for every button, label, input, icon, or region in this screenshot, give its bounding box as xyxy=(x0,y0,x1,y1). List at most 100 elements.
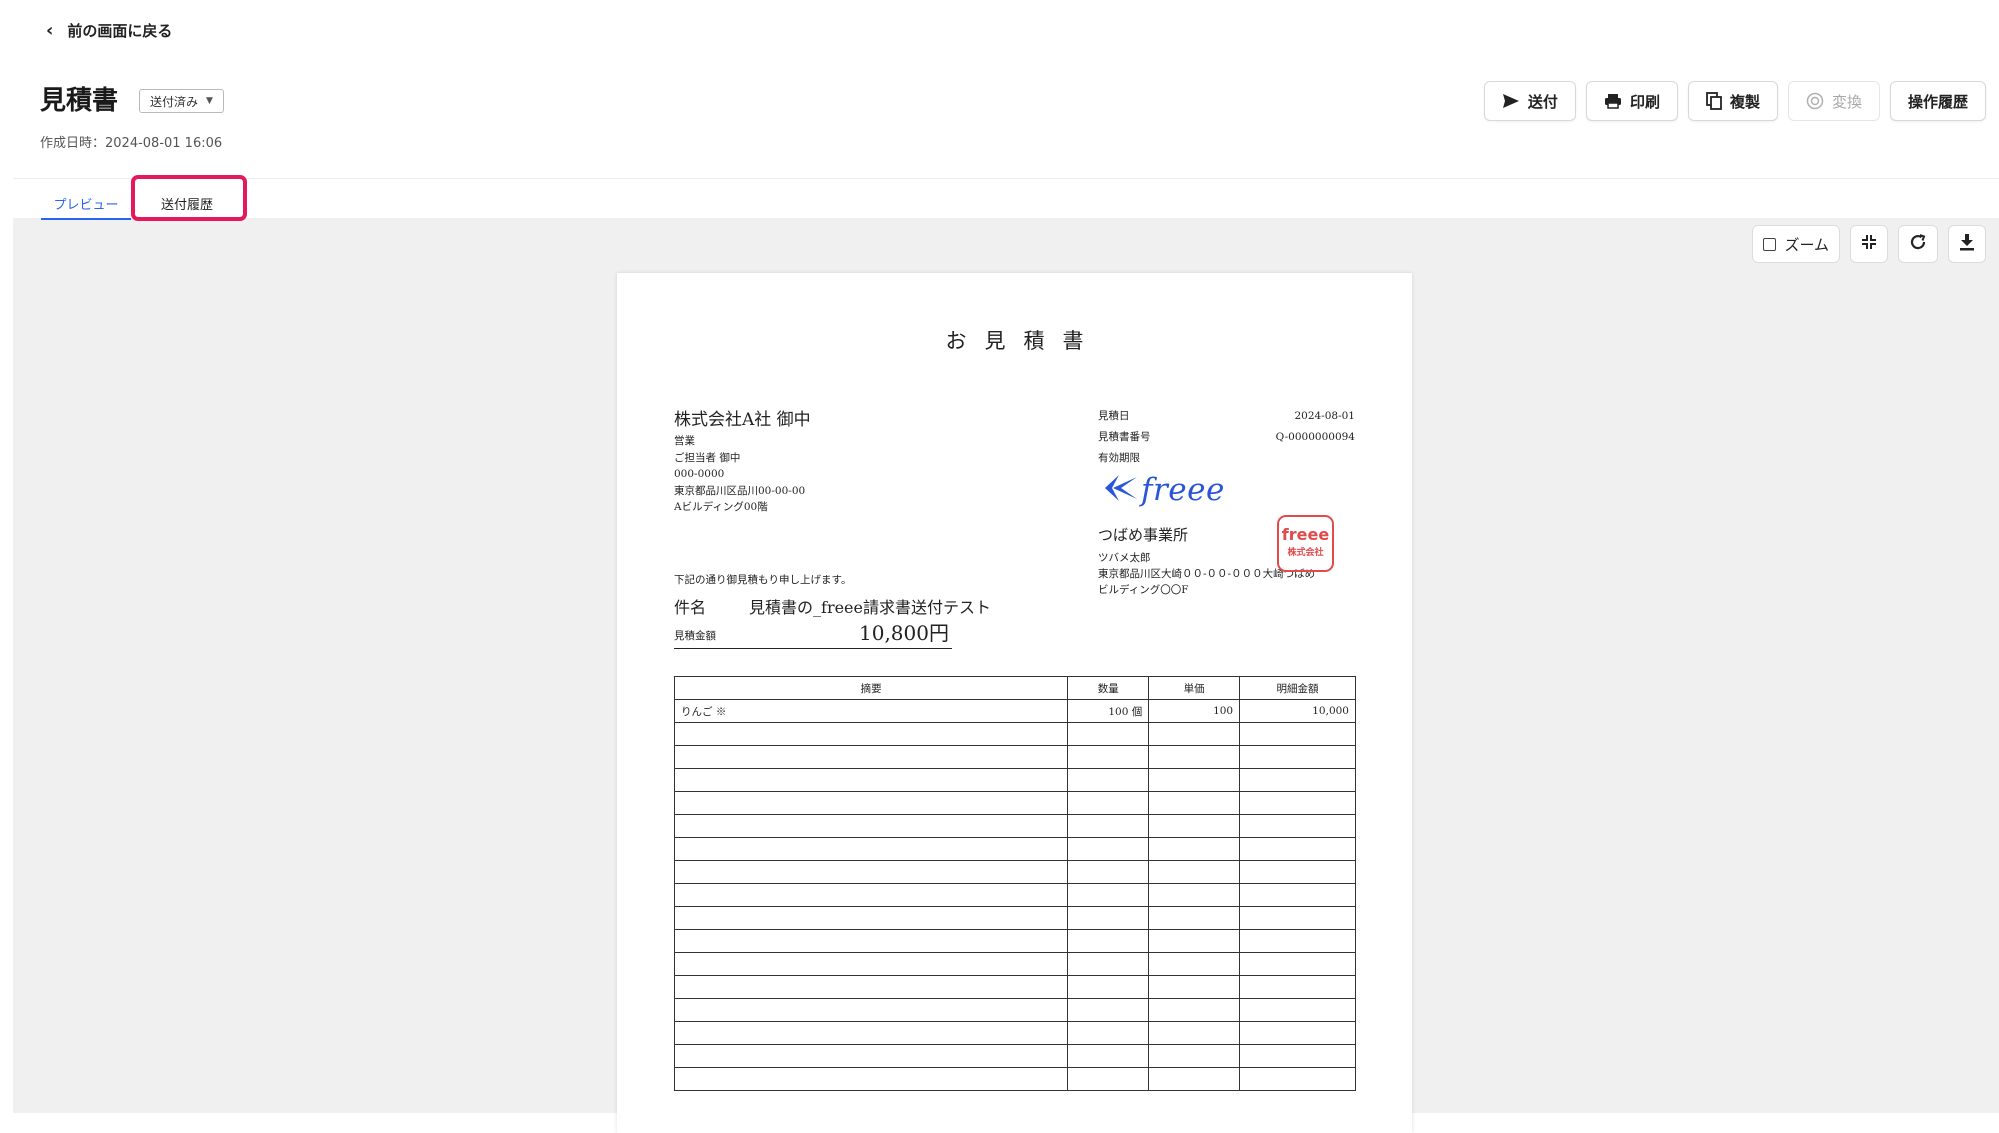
intro-text: 下記の通り御見積もり申し上げます。 xyxy=(674,574,852,586)
seal-top-text: freee xyxy=(1281,525,1330,544)
send-label: 送付 xyxy=(1527,92,1558,111)
client-line: 営業 xyxy=(674,435,695,447)
zoom-toggle[interactable]: ズーム xyxy=(1752,225,1840,263)
cell-description xyxy=(673,814,1069,838)
cell-unit-price xyxy=(1148,814,1241,838)
cell-unit-price xyxy=(1148,998,1241,1022)
cell-amount xyxy=(1239,745,1356,769)
meta-label: 見積書番号 xyxy=(1098,431,1151,443)
zoom-label: ズーム xyxy=(1784,235,1829,254)
cell-unit-price xyxy=(1148,929,1241,953)
table-body: りんご ※ 100 個 100 10,000 xyxy=(673,699,1356,1091)
fit-button[interactable] xyxy=(1850,225,1888,263)
status-dropdown[interactable]: 送付済み ▼ xyxy=(139,89,224,113)
cell-amount xyxy=(1239,998,1356,1022)
refresh-icon xyxy=(1909,233,1927,255)
cell-quantity: 100 個 xyxy=(1067,699,1150,723)
cell-description xyxy=(673,860,1069,884)
meta-value: Q-0000000094 xyxy=(1275,431,1355,443)
chevron-left-icon: ‹ xyxy=(46,20,54,41)
printer-icon xyxy=(1604,93,1622,109)
line-items-table: 摘要 数量 単価 明細金額 りんご ※ 100 個 100 10,000 xyxy=(673,676,1356,1091)
cell-unit-price xyxy=(1148,1067,1241,1091)
cell-amount: 10,000 xyxy=(1239,699,1356,723)
cell-description xyxy=(673,1067,1069,1091)
cell-description: りんご ※ xyxy=(673,699,1069,723)
table-row xyxy=(673,975,1356,999)
table-row xyxy=(673,1067,1356,1091)
duplicate-button[interactable]: 複製 xyxy=(1687,81,1778,121)
quote-document: お見積書 株式会社A社 御中 営業 ご担当者 御中 000-0000 東京都品川… xyxy=(617,273,1412,1133)
column-header-quantity: 数量 xyxy=(1067,676,1150,700)
logo-text: freee xyxy=(1141,472,1225,508)
table-header-row: 摘要 数量 単価 明細金額 xyxy=(673,676,1356,700)
cell-quantity xyxy=(1067,1021,1150,1045)
table-row xyxy=(673,906,1356,930)
table-row xyxy=(673,791,1356,815)
table-row xyxy=(673,860,1356,884)
cell-amount xyxy=(1239,768,1356,792)
cell-quantity xyxy=(1067,768,1150,792)
cell-unit-price xyxy=(1148,1044,1241,1068)
zoom-checkbox[interactable] xyxy=(1763,237,1777,251)
cell-description xyxy=(673,1044,1069,1068)
issuer-name: つばめ事業所 xyxy=(1098,526,1189,544)
cell-unit-price xyxy=(1148,883,1241,907)
company-logo: freee xyxy=(1103,471,1225,509)
print-button[interactable]: 印刷 xyxy=(1585,81,1678,121)
cell-amount xyxy=(1239,906,1356,930)
cell-amount xyxy=(1239,929,1356,953)
cell-quantity xyxy=(1067,998,1150,1022)
cell-quantity xyxy=(1067,906,1150,930)
cell-quantity xyxy=(1067,1044,1150,1068)
subject-value: 見積書の_freee請求書送付テスト xyxy=(749,598,991,617)
tab-preview[interactable]: プレビュー xyxy=(41,188,131,220)
subject-line: 件名 見積書の_freee請求書送付テスト xyxy=(674,594,991,618)
convert-button[interactable]: 変換 xyxy=(1787,81,1880,121)
tabs-divider xyxy=(13,178,1999,179)
cell-description xyxy=(673,745,1069,769)
cell-description xyxy=(673,952,1069,976)
cell-description xyxy=(673,929,1069,953)
send-button[interactable]: 送付 xyxy=(1483,81,1576,121)
cell-quantity xyxy=(1067,975,1150,999)
cell-quantity xyxy=(1067,745,1150,769)
cell-unit-price xyxy=(1148,975,1241,999)
meta-row: 見積書番号 Q-0000000094 xyxy=(1098,427,1355,448)
print-label: 印刷 xyxy=(1629,92,1660,111)
quote-meta: 見積日 2024-08-01 見積書番号 Q-0000000094 有効期限 xyxy=(1098,406,1355,469)
duplicate-label: 複製 xyxy=(1729,92,1760,111)
seal-bottom-text: 株式会社 xyxy=(1287,548,1324,558)
cell-amount xyxy=(1239,814,1356,838)
cell-quantity xyxy=(1067,952,1150,976)
copy-icon xyxy=(1706,92,1722,110)
viewer-toolbar: ズーム xyxy=(1752,225,1986,263)
table-row xyxy=(673,883,1356,907)
client-line: 000-0000 xyxy=(674,468,725,480)
cell-description xyxy=(673,837,1069,861)
convert-label: 変換 xyxy=(1831,92,1862,111)
cell-description xyxy=(673,722,1069,746)
cell-quantity xyxy=(1067,1067,1150,1091)
top-bar: ‹ 前の画面に戻る 見積書 送付済み ▼ 作成日時：2024-08-01 16:… xyxy=(0,0,1999,178)
back-link[interactable]: ‹ 前の画面に戻る xyxy=(46,20,172,41)
operation-history-button[interactable]: 操作履歴 xyxy=(1889,81,1986,121)
cell-amount xyxy=(1239,791,1356,815)
rotate-button[interactable] xyxy=(1898,225,1938,263)
table-row xyxy=(673,768,1356,792)
client-line: Aビルディング00階 xyxy=(674,501,768,513)
table-row xyxy=(673,814,1356,838)
cell-quantity xyxy=(1067,929,1150,953)
subject-label: 件名 xyxy=(674,598,707,617)
cell-amount xyxy=(1239,1021,1356,1045)
amount-label: 見積金額 xyxy=(674,630,716,642)
cell-amount xyxy=(1239,1067,1356,1091)
cell-unit-price xyxy=(1148,745,1241,769)
table-row: りんご ※ 100 個 100 10,000 xyxy=(673,699,1356,723)
cell-quantity xyxy=(1067,883,1150,907)
client-details: 営業 ご担当者 御中 000-0000 東京都品川区品川00-00-00 Aビル… xyxy=(674,433,805,516)
download-button[interactable] xyxy=(1948,225,1986,263)
meta-label: 有効期限 xyxy=(1098,452,1140,464)
meta-row: 有効期限 xyxy=(1098,448,1355,469)
cell-description xyxy=(673,791,1069,815)
